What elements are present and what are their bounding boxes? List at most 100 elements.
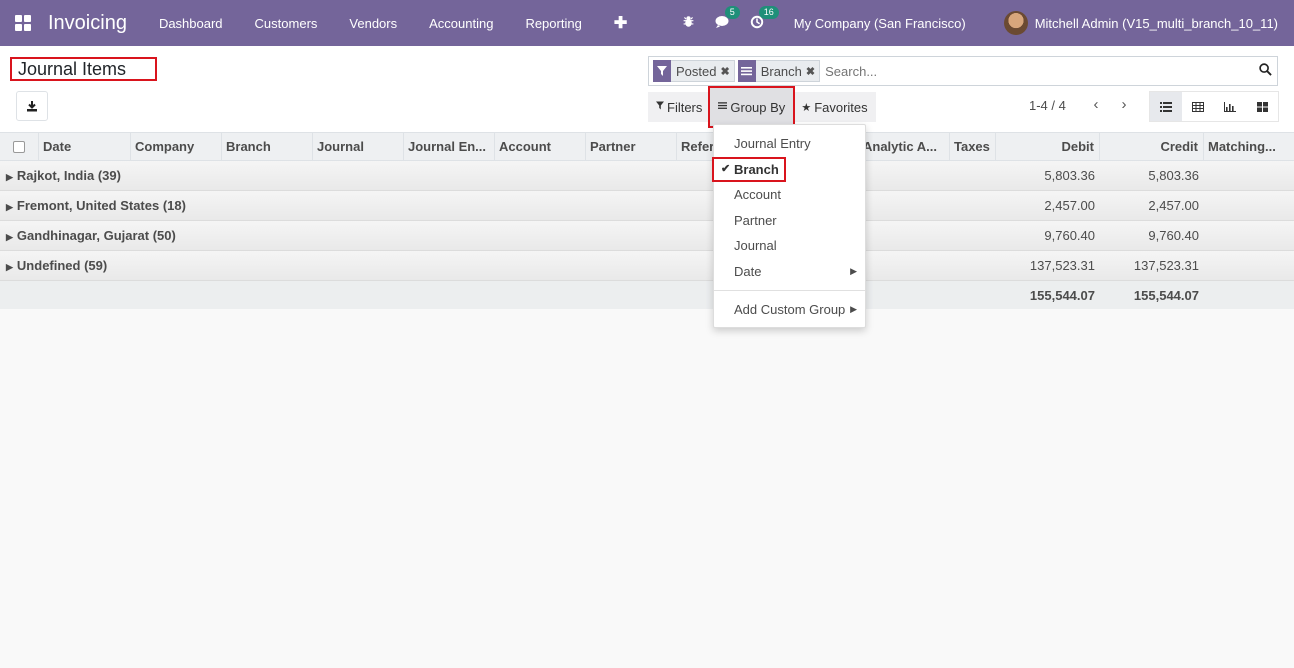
groupby-option-journal-entry[interactable]: Journal Entry xyxy=(714,131,865,157)
group-icon xyxy=(737,60,756,82)
total-debit: 155,544.07 xyxy=(1029,288,1095,303)
groupby-option-date[interactable]: Date ▶ xyxy=(714,259,865,285)
column-date[interactable]: Date xyxy=(39,132,131,161)
group-credit: 5,803.36 xyxy=(1148,168,1199,183)
control-panel: Journal Items Posted ✖ Branch ✖ Search..… xyxy=(0,46,1294,133)
plus-icon[interactable]: ✚ xyxy=(598,13,643,33)
user-menu[interactable]: Mitchell Admin (V15_multi_branch_10_11) xyxy=(1003,11,1278,35)
divider xyxy=(714,290,865,291)
search-bar: Posted ✖ Branch ✖ xyxy=(648,56,1278,86)
group-name: ▶ Rajkot, India (39) xyxy=(6,168,121,183)
column-taxes[interactable]: Taxes xyxy=(950,132,996,161)
activities-icon[interactable]: 16 xyxy=(749,5,779,32)
app-name[interactable]: Invoicing xyxy=(48,12,127,35)
menu-customers[interactable]: Customers xyxy=(239,16,334,31)
facet-posted: Posted ✖ xyxy=(653,60,735,82)
journal-items-table: Date Company Branch Journal Journal En..… xyxy=(0,132,1294,309)
column-company[interactable]: Company xyxy=(131,132,222,161)
caret-right-icon: ▶ xyxy=(6,232,13,242)
group-row[interactable]: ▶ Undefined (59) 137,523.31 137,523.31 xyxy=(0,251,1294,281)
group-row[interactable]: ▶ Gandhinagar, Gujarat (50) 9,760.40 9,76… xyxy=(0,221,1294,251)
facet-label: Posted xyxy=(676,63,717,79)
column-partner[interactable]: Partner xyxy=(586,132,677,161)
menu-dashboard[interactable]: Dashboard xyxy=(143,16,239,31)
select-all-checkbox[interactable] xyxy=(0,132,39,161)
column-analytic-account[interactable]: Analytic A... xyxy=(859,132,950,161)
graph-view-icon[interactable] xyxy=(1214,92,1246,121)
groupby-dropdown: Journal Entry ✔ Branch Account Partner J… xyxy=(712,124,866,328)
pager-arrows: ‹ › xyxy=(1082,96,1138,113)
column-journal-entry[interactable]: Journal En... xyxy=(404,132,495,161)
caret-right-icon: ▶ xyxy=(850,304,857,314)
filters-button[interactable]: Filters xyxy=(648,92,710,122)
search-icon[interactable] xyxy=(1253,63,1277,79)
group-row[interactable]: ▶ Fremont, United States (18) 2,457.00 2,… xyxy=(0,191,1294,221)
close-icon[interactable]: ✖ xyxy=(806,65,819,78)
bug-icon[interactable] xyxy=(681,15,697,31)
user-name: Mitchell Admin (V15_multi_branch_10_11) xyxy=(1034,15,1278,31)
systray: 5 16 My Company (San Francisco) Mitchell… xyxy=(672,0,1294,46)
menu-reporting[interactable]: Reporting xyxy=(509,16,597,31)
groupby-option-partner[interactable]: Partner xyxy=(714,208,865,234)
group-debit: 137,523.31 xyxy=(1029,258,1095,273)
chevron-left-icon[interactable]: ‹ xyxy=(1082,96,1110,113)
column-journal[interactable]: Journal xyxy=(313,132,404,161)
group-name: ▶ Undefined (59) xyxy=(6,258,107,273)
caret-right-icon: ▶ xyxy=(6,202,13,212)
star-icon: ★ xyxy=(801,101,812,114)
group-label: Fremont, United States (18) xyxy=(16,198,186,213)
group-name: ▶ Fremont, United States (18) xyxy=(6,198,186,213)
download-button[interactable] xyxy=(16,91,48,121)
caret-right-icon: ▶ xyxy=(850,265,857,276)
company-switcher[interactable]: My Company (San Francisco) xyxy=(794,16,966,31)
group-label: Undefined (59) xyxy=(16,258,108,273)
kanban-view-icon[interactable] xyxy=(1246,92,1278,121)
facet-label: Branch xyxy=(760,63,802,79)
group-name: ▶ Gandhinagar, Gujarat (50) xyxy=(6,228,176,243)
groupby-button[interactable]: Group By xyxy=(708,86,796,128)
filter-icon xyxy=(656,101,664,113)
menu-vendors[interactable]: Vendors xyxy=(333,16,413,31)
favorites-button[interactable]: ★ Favorites xyxy=(793,92,875,122)
add-custom-group[interactable]: Add Custom Group ▶ xyxy=(714,297,865,323)
groupby-option-label: Date xyxy=(734,263,762,279)
list-view-icon[interactable] xyxy=(1150,92,1182,121)
download-icon xyxy=(27,101,37,112)
pivot-view-icon[interactable] xyxy=(1182,92,1214,121)
menu-accounting[interactable]: Accounting xyxy=(413,16,509,31)
caret-right-icon: ▶ xyxy=(6,172,13,182)
column-account[interactable]: Account xyxy=(495,132,586,161)
group-debit: 9,760.40 xyxy=(1044,228,1095,243)
group-debit: 5,803.36 xyxy=(1044,168,1095,183)
column-matching[interactable]: Matching... xyxy=(1204,133,1294,161)
column-branch[interactable]: Branch xyxy=(222,132,313,161)
chevron-right-icon[interactable]: › xyxy=(1110,96,1138,113)
groupby-option-journal[interactable]: Journal xyxy=(714,233,865,259)
check-icon: ✔ xyxy=(721,162,731,175)
total-row: 155,544.07 155,544.07 xyxy=(0,281,1294,309)
messages-badge: 5 xyxy=(724,5,740,19)
pager-value[interactable]: 1-4 / 4 xyxy=(1029,98,1066,113)
groupby-option-branch[interactable]: ✔ Branch xyxy=(712,156,865,183)
table-header: Date Company Branch Journal Journal En..… xyxy=(0,132,1294,161)
activities-badge: 16 xyxy=(758,5,779,19)
favorites-label: Favorites xyxy=(814,99,868,115)
group-label: Gandhinagar, Gujarat (50) xyxy=(16,228,176,243)
groupby-option-account[interactable]: Account xyxy=(714,182,865,208)
column-credit[interactable]: Credit xyxy=(1100,132,1204,161)
messages-icon[interactable]: 5 xyxy=(715,5,740,32)
apps-menu-icon[interactable] xyxy=(0,0,46,46)
avatar xyxy=(1003,11,1028,35)
groupby-label: Group By xyxy=(730,99,786,115)
page-title: Journal Items xyxy=(10,57,157,81)
close-icon[interactable]: ✖ xyxy=(720,65,733,78)
search-input[interactable] xyxy=(823,63,1253,79)
group-icon xyxy=(718,101,728,113)
total-credit: 155,544.07 xyxy=(1133,288,1199,303)
column-debit[interactable]: Debit xyxy=(996,132,1100,161)
group-row[interactable]: ▶ Rajkot, India (39) 5,803.36 5,803.36 xyxy=(0,161,1294,191)
caret-right-icon: ▶ xyxy=(6,262,13,272)
group-debit: 2,457.00 xyxy=(1044,198,1095,213)
group-credit: 137,523.31 xyxy=(1133,258,1199,273)
search-options: Filters Group By ★ Favorites xyxy=(648,86,876,128)
